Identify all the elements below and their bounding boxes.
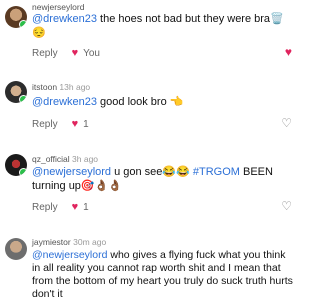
comment-body: u gon see😂😂	[111, 166, 193, 178]
username[interactable]: newjerseylord	[32, 2, 84, 12]
comment-meta: itstoon 13h ago	[32, 82, 90, 92]
online-status-dot	[19, 95, 27, 103]
reply-button[interactable]: Reply	[32, 48, 58, 59]
mention-link[interactable]: @drewken23	[32, 96, 97, 108]
hashtag-link[interactable]: #TRGOM	[193, 166, 240, 178]
comment-text: @newjerseylord u gon see😂😂 #TRGOM BEEN t…	[32, 165, 294, 193]
like-count: 1	[83, 201, 89, 213]
avatar[interactable]	[5, 154, 27, 176]
heart-icon[interactable]: ♥	[72, 201, 79, 213]
username[interactable]: qz_official	[32, 154, 70, 164]
timestamp: 13h ago	[59, 82, 91, 92]
heart-icon[interactable]: ♥	[72, 47, 79, 59]
comment-text: @newjerseylord who gives a flying fuck w…	[32, 249, 294, 301]
comment-text: @drewken23 the hoes not bad but they wer…	[32, 12, 294, 40]
username[interactable]: itstoon	[32, 82, 57, 92]
like-heart-icon[interactable]: ♡	[281, 116, 292, 130]
reply-button[interactable]: Reply	[32, 119, 58, 130]
like-heart-icon[interactable]: ♡	[281, 199, 292, 213]
comment-meta: qz_official 3h ago	[32, 154, 98, 164]
comment-actions: Reply ♥ 1	[32, 118, 89, 130]
comment-body: good look bro 👈	[96, 96, 184, 108]
comment-actions: Reply ♥ 1	[32, 201, 89, 213]
online-status-dot	[19, 20, 27, 28]
mention-link[interactable]: @drewken23	[32, 13, 97, 25]
comment-text: @drewken23 good look bro 👈	[32, 95, 294, 109]
mention-link[interactable]: @newjerseylord	[32, 166, 111, 178]
avatar[interactable]	[5, 238, 27, 260]
timestamp: 3h ago	[72, 154, 99, 164]
comment-meta: newjerseylord	[32, 2, 84, 12]
heart-icon[interactable]: ♥	[72, 118, 79, 130]
online-status-dot	[19, 168, 27, 176]
avatar[interactable]	[5, 81, 27, 103]
comment-actions: Reply ♥ You	[32, 47, 100, 59]
timestamp: 30m ago	[73, 237, 107, 247]
username[interactable]: jaymiestor	[32, 237, 71, 247]
reply-button[interactable]: Reply	[32, 202, 58, 213]
avatar[interactable]	[5, 6, 27, 28]
like-count: 1	[83, 118, 89, 130]
mention-link[interactable]: @newjerseylord	[32, 249, 107, 261]
comment-meta: jaymiestor 30m ago	[32, 237, 106, 247]
like-heart-icon[interactable]: ♥	[285, 45, 292, 59]
like-label: You	[83, 47, 100, 59]
